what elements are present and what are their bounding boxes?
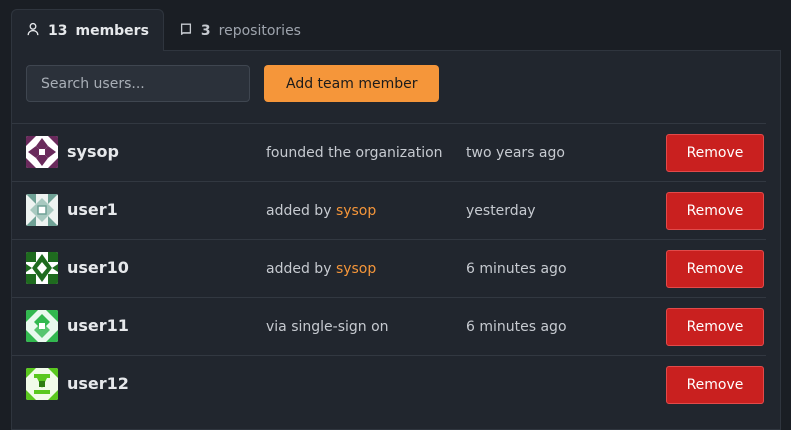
member-row: user11 via single-sign on 6 minutes ago … bbox=[12, 297, 766, 355]
team-members-panel: Add team member sysop founded the organi… bbox=[11, 50, 781, 430]
member-note-link[interactable]: sysop bbox=[336, 203, 376, 219]
member-note: added by sysop bbox=[266, 261, 376, 277]
avatar[interactable] bbox=[26, 252, 58, 284]
member-note-text: founded the organization bbox=[266, 145, 443, 161]
member-name[interactable]: user1 bbox=[67, 200, 118, 219]
member-note: via single-sign on bbox=[266, 319, 389, 335]
remove-member-button[interactable]: Remove bbox=[666, 192, 764, 230]
member-name[interactable]: sysop bbox=[67, 142, 119, 161]
add-team-member-button[interactable]: Add team member bbox=[264, 65, 440, 102]
member-timestamp: yesterday bbox=[466, 203, 536, 219]
tab-repositories-count: 3 bbox=[200, 22, 211, 39]
tab-members-label: members bbox=[75, 22, 149, 39]
tab-members-count: 13 bbox=[48, 22, 68, 39]
member-timestamp: 6 minutes ago bbox=[466, 261, 567, 277]
avatar[interactable] bbox=[26, 368, 58, 400]
member-name[interactable]: user12 bbox=[67, 374, 129, 393]
member-note-text: via single-sign on bbox=[266, 319, 389, 335]
person-icon bbox=[26, 22, 40, 40]
tab-repositories-label: repositories bbox=[218, 22, 301, 39]
remove-member-button[interactable]: Remove bbox=[666, 134, 764, 172]
member-note-text: added by bbox=[266, 203, 336, 219]
member-note: founded the organization bbox=[266, 145, 443, 161]
member-name[interactable]: user10 bbox=[67, 258, 129, 277]
remove-member-button[interactable]: Remove bbox=[666, 250, 764, 288]
member-timestamp: 6 minutes ago bbox=[466, 319, 567, 335]
member-list: sysop founded the organization two years… bbox=[12, 123, 766, 413]
remove-member-button[interactable]: Remove bbox=[666, 308, 764, 346]
repo-icon bbox=[179, 22, 193, 40]
member-row: user1 added by sysop yesterday Remove bbox=[12, 181, 766, 239]
member-name[interactable]: user11 bbox=[67, 316, 129, 335]
member-row: user12 Remove bbox=[12, 355, 766, 413]
member-note-link[interactable]: sysop bbox=[336, 261, 376, 277]
avatar[interactable] bbox=[26, 310, 58, 342]
tab-repositories[interactable]: 3 repositories bbox=[164, 9, 316, 51]
avatar[interactable] bbox=[26, 194, 58, 226]
search-users-input[interactable] bbox=[26, 65, 250, 102]
member-toolbar: Add team member bbox=[26, 65, 440, 102]
tab-bar: 13 members 3 repositories bbox=[11, 9, 316, 51]
avatar[interactable] bbox=[26, 136, 58, 168]
member-row: sysop founded the organization two years… bbox=[12, 123, 766, 181]
member-note: added by sysop bbox=[266, 203, 376, 219]
member-note-text: added by bbox=[266, 261, 336, 277]
tab-members[interactable]: 13 members bbox=[11, 9, 164, 51]
member-row: user10 added by sysop 6 minutes ago Remo… bbox=[12, 239, 766, 297]
member-timestamp: two years ago bbox=[466, 145, 565, 161]
remove-member-button[interactable]: Remove bbox=[666, 366, 764, 404]
